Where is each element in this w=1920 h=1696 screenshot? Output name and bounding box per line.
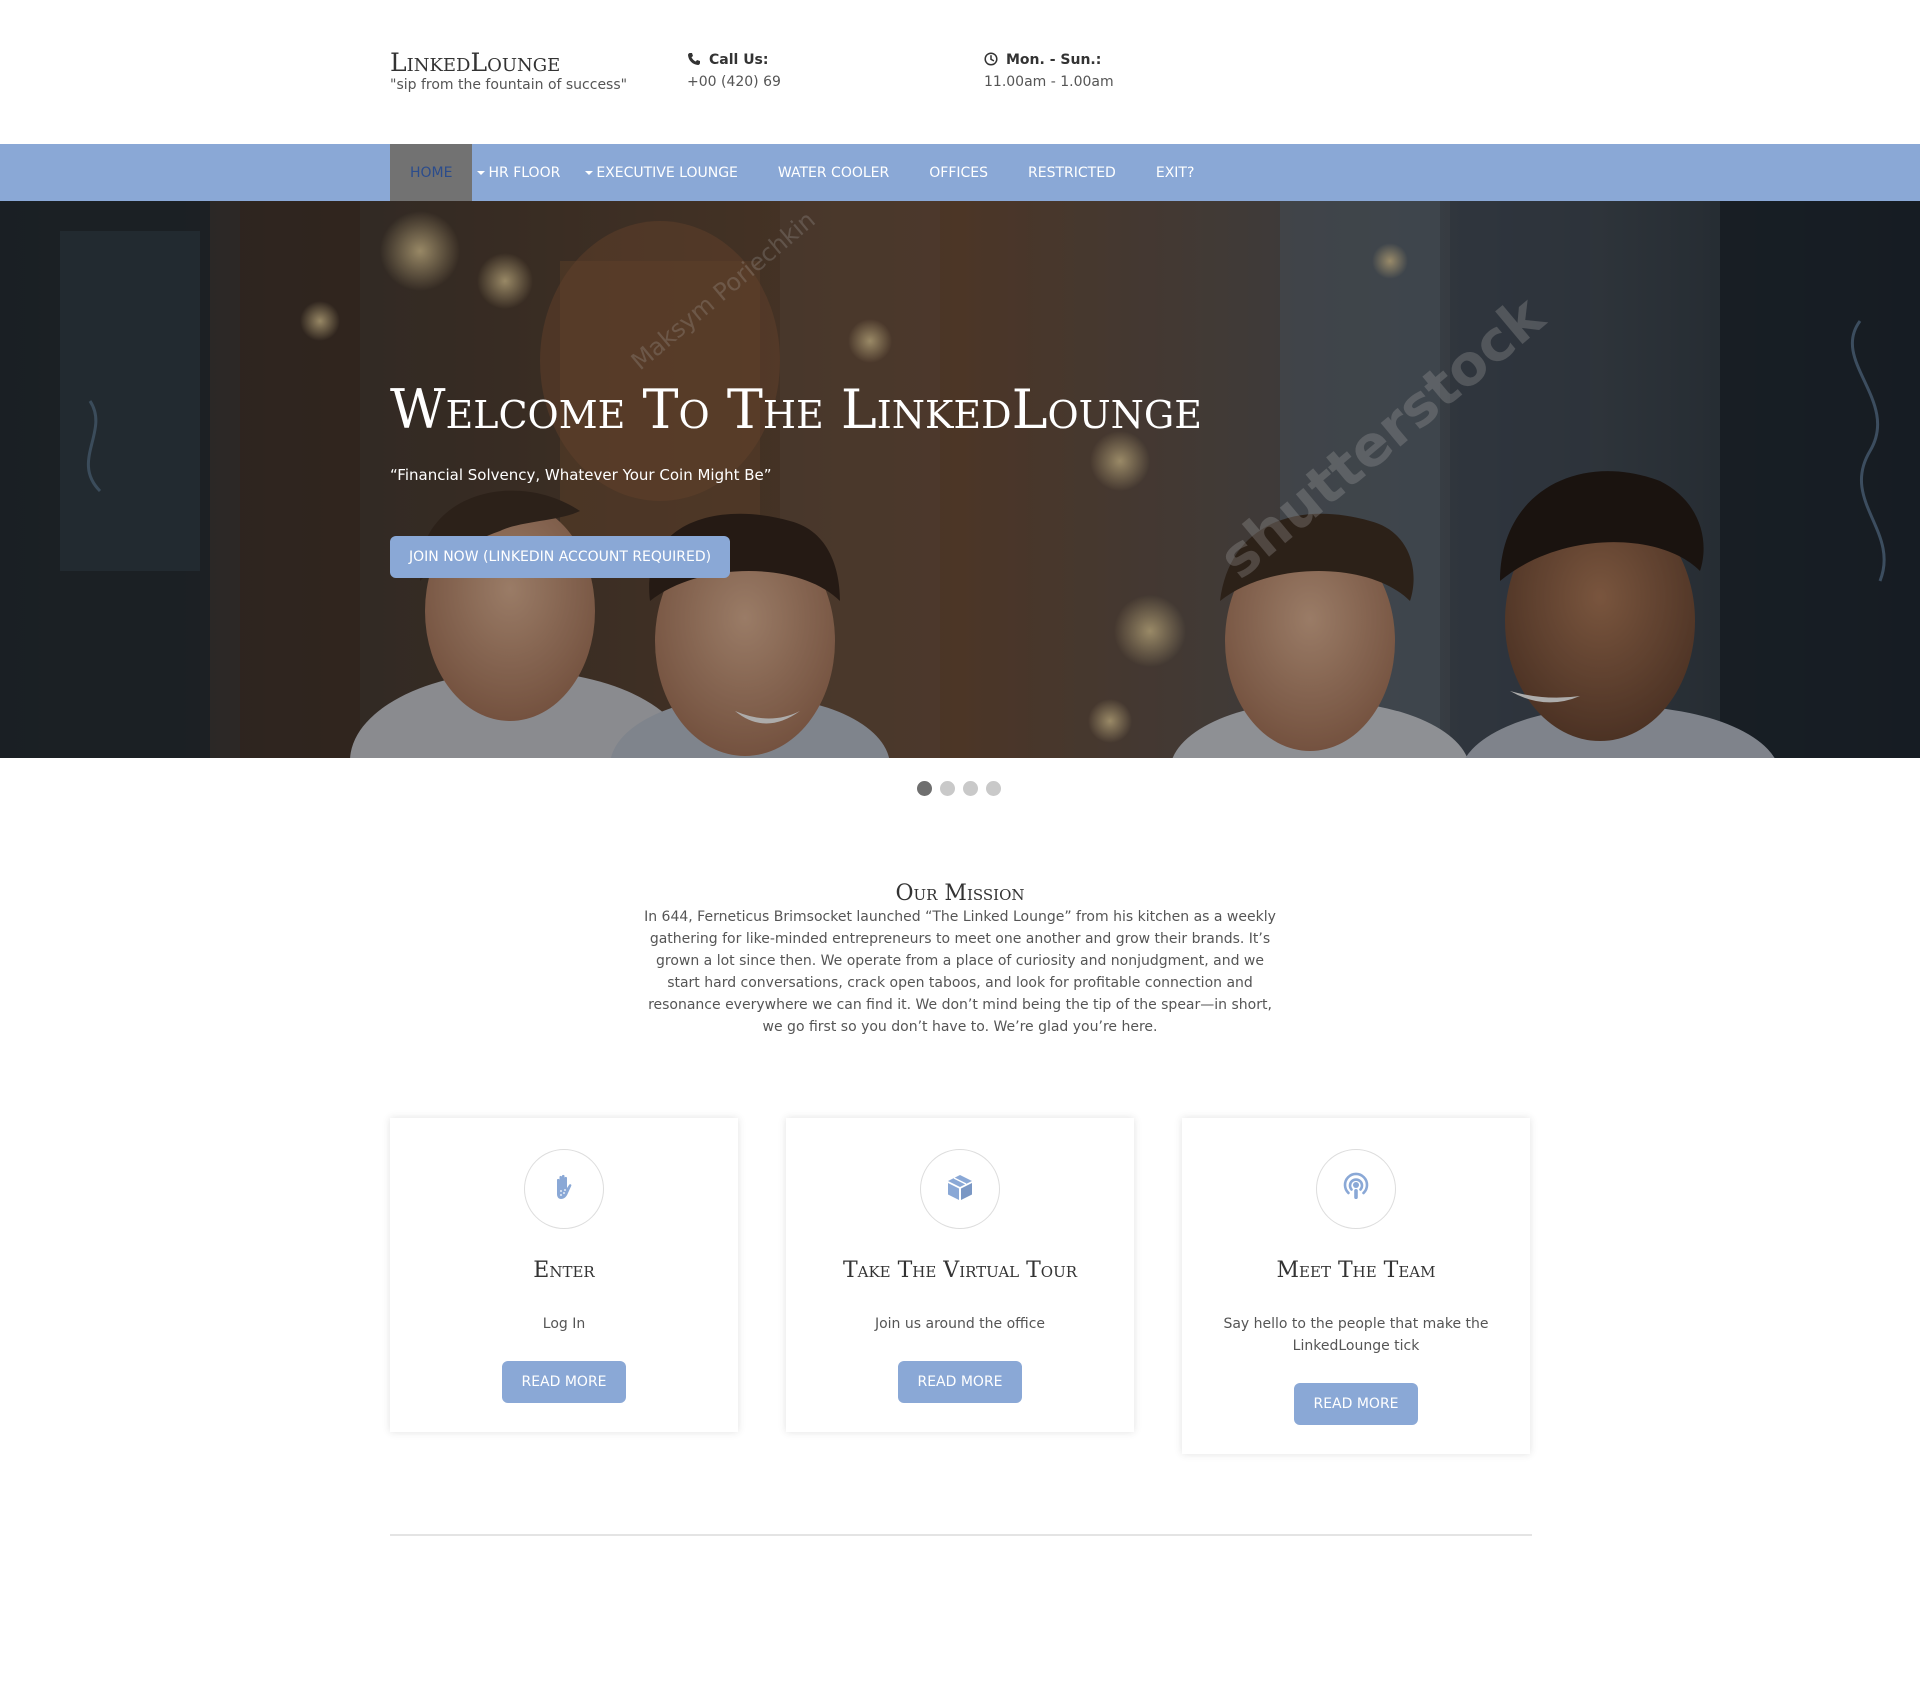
- site-header: LinkedLounge "sip from the fountain of s…: [0, 0, 1920, 144]
- logo-tagline: "sip from the fountain of success": [390, 77, 628, 93]
- nav-item-executive-lounge[interactable]: Executive Lounge: [585, 144, 778, 201]
- hero-overlay: [0, 201, 1920, 758]
- mission-text: In 644, Ferneticus Brimsocket launched “…: [644, 909, 1276, 1035]
- hours-value: 11.00am - 1.00am: [984, 74, 1114, 90]
- section-divider: [390, 1534, 1532, 1536]
- card-title: Take The Virtual Tour: [842, 1258, 1078, 1283]
- card-icon-circle: [524, 1149, 604, 1229]
- carousel-dot-4[interactable]: [986, 781, 1001, 796]
- nav-item-label: Restricted: [1028, 164, 1116, 181]
- hero-title: Welcome To The LinkedLounge: [390, 378, 1203, 441]
- read-more-button[interactable]: Read More: [502, 1361, 626, 1403]
- card-icon-circle: [1316, 1149, 1396, 1229]
- card-title: Meet The Team: [1276, 1258, 1436, 1283]
- carousel-dot-3[interactable]: [963, 781, 978, 796]
- podcast-icon: [1340, 1171, 1372, 1207]
- nav-item-label: Executive Lounge: [596, 164, 738, 181]
- mission-title: Our Mission: [895, 881, 1025, 906]
- hand-icon: [549, 1172, 579, 1206]
- nav-item-label: Offices: [929, 164, 989, 181]
- carousel-dot-2[interactable]: [940, 781, 955, 796]
- carousel-indicators: [917, 781, 1001, 796]
- card-description: Log In: [542, 1316, 586, 1332]
- feature-card-meet-the-team: Meet The Team Say hello to the people th…: [1182, 1118, 1530, 1454]
- call-us-block: Call Us: +00 (420) 69: [687, 50, 781, 94]
- card-description: Join us around the office: [874, 1316, 1046, 1332]
- phone-number[interactable]: +00 (420) 69: [687, 70, 781, 94]
- read-more-button[interactable]: Read More: [1294, 1383, 1418, 1425]
- nav-list: Home HR Floor Executive Lounge Water Coo…: [390, 144, 1214, 201]
- nav-item-home[interactable]: Home: [390, 144, 473, 201]
- card-icon-circle: [920, 1149, 1000, 1229]
- nav-item-exit[interactable]: Exit?: [1156, 144, 1215, 201]
- hero-slider: shutterstock Maksym Poriechkin Welcome T…: [0, 201, 1920, 758]
- nav-item-label: Exit?: [1155, 164, 1195, 181]
- call-us-label: Call Us:: [709, 52, 769, 68]
- nav-item-offices[interactable]: Offices: [929, 144, 1028, 201]
- logo-name: LinkedLounge: [390, 48, 561, 77]
- nav-item-label: HR Floor: [488, 164, 561, 181]
- phone-icon: [687, 52, 701, 66]
- feature-card-virtual-tour: Take The Virtual Tour Join us around the…: [786, 1118, 1134, 1432]
- hero-subtitle: “Financial Solvency, Whatever Your Coin …: [390, 466, 772, 484]
- carousel-dot-1[interactable]: [917, 781, 932, 796]
- read-more-button[interactable]: Read More: [898, 1361, 1022, 1403]
- nav-item-water-cooler[interactable]: Water Cooler: [778, 144, 929, 201]
- feature-card-enter: Enter Log In Read More: [390, 1118, 738, 1432]
- hours-label: Mon. - Sun.:: [1006, 52, 1102, 68]
- clock-icon: [984, 52, 998, 66]
- join-now-button[interactable]: Join Now (LinkedIn Account Required): [390, 536, 731, 578]
- card-description: Say hello to the people that make the Li…: [1223, 1316, 1489, 1354]
- main-nav: Home HR Floor Executive Lounge Water Coo…: [0, 144, 1920, 201]
- nav-item-label: Home: [410, 164, 453, 181]
- card-title: Enter: [533, 1258, 595, 1283]
- nav-item-restricted[interactable]: Restricted: [1028, 144, 1156, 201]
- cube-icon: [944, 1171, 976, 1207]
- nav-item-label: Water Cooler: [777, 164, 890, 181]
- site-logo[interactable]: LinkedLounge "sip from the fountain of s…: [390, 50, 627, 94]
- chevron-down-icon: [477, 170, 486, 175]
- chevron-down-icon: [585, 170, 594, 175]
- opening-hours-block: Mon. - Sun.: 11.00am - 1.00am: [984, 50, 1114, 94]
- nav-item-hr-floor[interactable]: HR Floor: [472, 144, 585, 201]
